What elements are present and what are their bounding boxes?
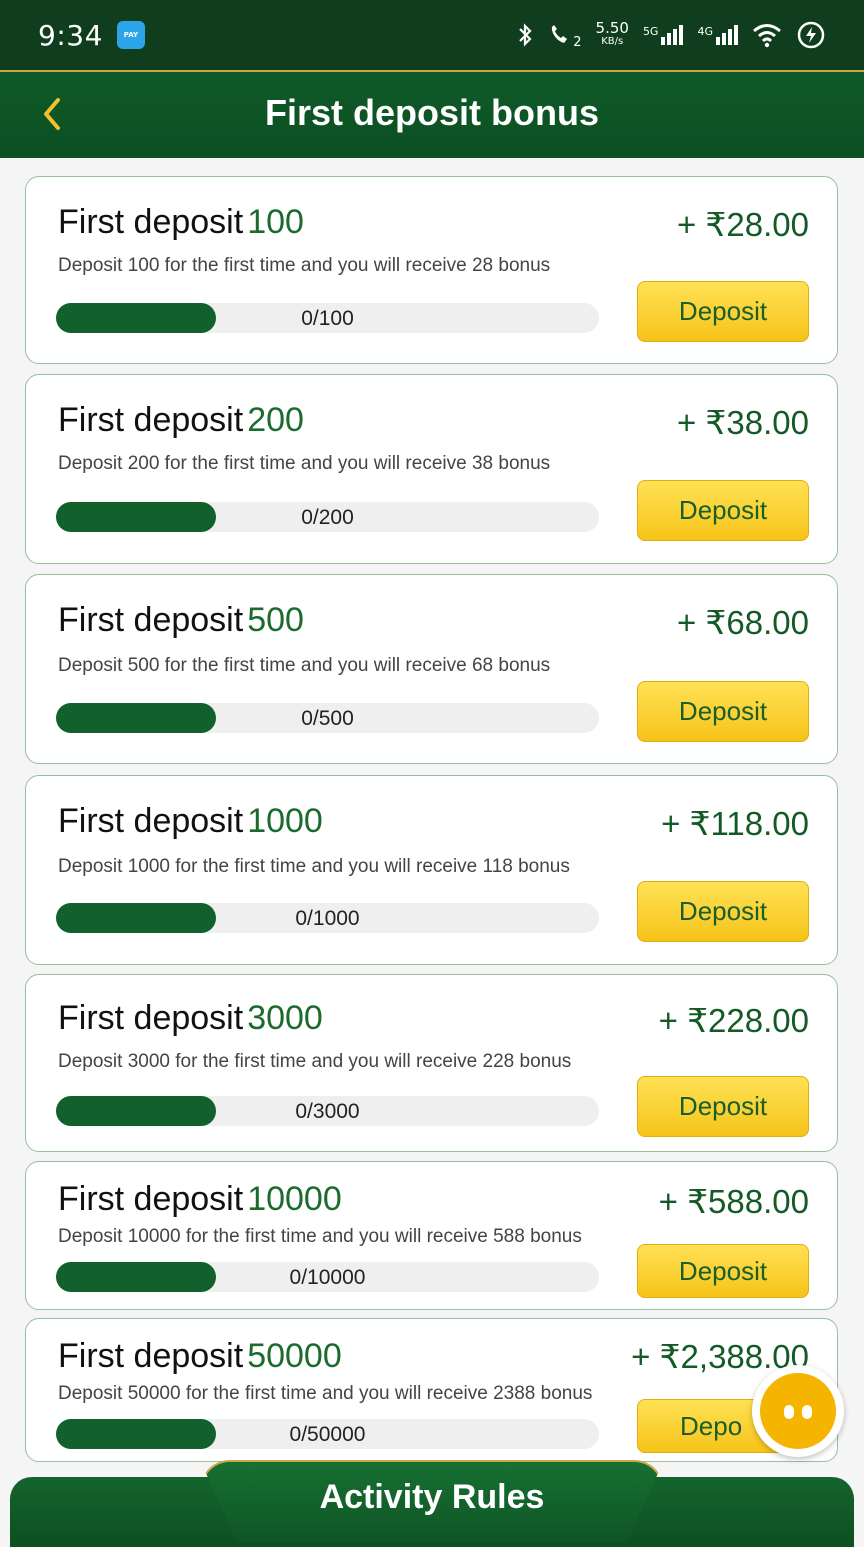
bonus-card: First deposit 50000 + ₹2,388.00 Deposit 5… (25, 1318, 838, 1462)
deposit-button[interactable]: Deposit (637, 681, 809, 742)
status-icons: 2 5.50 KB/s 5G 4G (517, 20, 826, 50)
progress-bar: 0/100 (56, 303, 599, 333)
deposit-button[interactable]: Deposit (637, 881, 809, 942)
battery-charging-icon (797, 21, 825, 49)
deposit-button[interactable]: Deposit (637, 1244, 809, 1298)
progress-bar: 0/3000 (56, 1096, 599, 1126)
card-description: Deposit 200 for the first time and you w… (58, 453, 551, 474)
card-description: Deposit 100 for the first time and you w… (58, 255, 551, 276)
card-description: Deposit 1000 for the first time and you … (58, 856, 570, 877)
bonus-reward: + ₹228.00 (658, 1002, 809, 1039)
bonus-reward: + ₹38.00 (676, 404, 809, 441)
bonus-card: First deposit 10000 + ₹588.00 Deposit 100… (25, 1161, 838, 1310)
bonus-reward: + ₹118.00 (661, 805, 809, 842)
progress-text: 0/3000 (295, 1100, 360, 1123)
progress-bar: 0/1000 (56, 903, 599, 933)
bluetooth-icon (519, 23, 532, 47)
card-title: First deposit 100 (58, 203, 304, 241)
activity-rules-label[interactable]: Activity Rules (0, 1478, 864, 1517)
paytm-icon: PAY (116, 21, 145, 49)
bonus-card: First deposit 200 + ₹38.00 Deposit 200 fo… (25, 374, 838, 564)
progress-text: 0/10000 (289, 1266, 366, 1289)
progress-text: 0/500 (301, 707, 354, 730)
bonus-card: First deposit 500 + ₹68.00 Deposit 500 fo… (25, 574, 838, 764)
progress-text: 0/1000 (295, 907, 360, 930)
progress-text: 0/200 (301, 506, 354, 529)
signal-4g-icon: 4G (697, 25, 738, 45)
deposit-amount: 10000 (247, 1180, 342, 1218)
network-speed: 5.50 KB/s (595, 19, 629, 48)
wifi-icon (753, 24, 781, 48)
progress-text: 0/100 (301, 307, 354, 330)
bonus-reward: + ₹588.00 (658, 1183, 809, 1220)
status-time: 9:34 (38, 18, 103, 52)
progress-bar: 0/200 (56, 502, 599, 532)
bonus-reward: + ₹68.00 (676, 604, 809, 641)
deposit-button[interactable]: Deposit (637, 480, 809, 541)
card-description: Deposit 10000 for the first time and you… (58, 1226, 582, 1247)
card-title: First deposit 10000 (58, 1180, 342, 1218)
sim-label: 2 (573, 34, 582, 50)
deposit-amount: 200 (247, 401, 304, 439)
status-bar: 9:34 PAY 2 5.50 KB/s 5G 4G (0, 0, 864, 70)
card-description: Deposit 50000 for the first time and you… (58, 1383, 593, 1404)
deposit-button[interactable]: Deposit (637, 281, 809, 342)
page-title: First deposit bonus (264, 92, 599, 133)
progress-bar: 0/10000 (56, 1262, 599, 1292)
deposit-amount: 3000 (247, 999, 323, 1037)
card-title: First deposit 200 (58, 401, 304, 439)
deposit-amount: 50000 (247, 1337, 342, 1375)
bonus-card: First deposit 3000 + ₹228.00 Deposit 3000… (25, 974, 838, 1152)
card-description: Deposit 3000 for the first time and you … (58, 1051, 572, 1072)
progress-bar: 0/50000 (56, 1419, 599, 1449)
card-description: Deposit 500 for the first time and you w… (58, 655, 551, 676)
chat-assistant-button[interactable] (752, 1365, 844, 1457)
deposit-amount: 500 (247, 601, 304, 639)
deposit-button[interactable]: Deposit (637, 1076, 809, 1137)
bonus-reward: + ₹28.00 (676, 206, 809, 243)
card-title: First deposit 50000 (58, 1337, 342, 1375)
deposit-amount: 100 (247, 203, 304, 241)
header: First deposit bonus (0, 70, 864, 158)
card-title: First deposit 3000 (58, 999, 323, 1037)
bonus-card: First deposit 100 + ₹28.00 Deposit 100 fo… (25, 176, 838, 364)
deposit-amount: 1000 (247, 802, 323, 840)
call-icon (552, 25, 568, 43)
card-title: First deposit 500 (58, 601, 304, 639)
progress-bar: 0/500 (56, 703, 599, 733)
chat-assistant-icon (760, 1373, 836, 1449)
progress-text: 0/50000 (289, 1423, 366, 1446)
signal-5g-icon: 5G (643, 25, 684, 45)
bonus-card: First deposit 1000 + ₹118.00 Deposit 1000… (25, 775, 838, 965)
card-title: First deposit 1000 (58, 802, 323, 840)
